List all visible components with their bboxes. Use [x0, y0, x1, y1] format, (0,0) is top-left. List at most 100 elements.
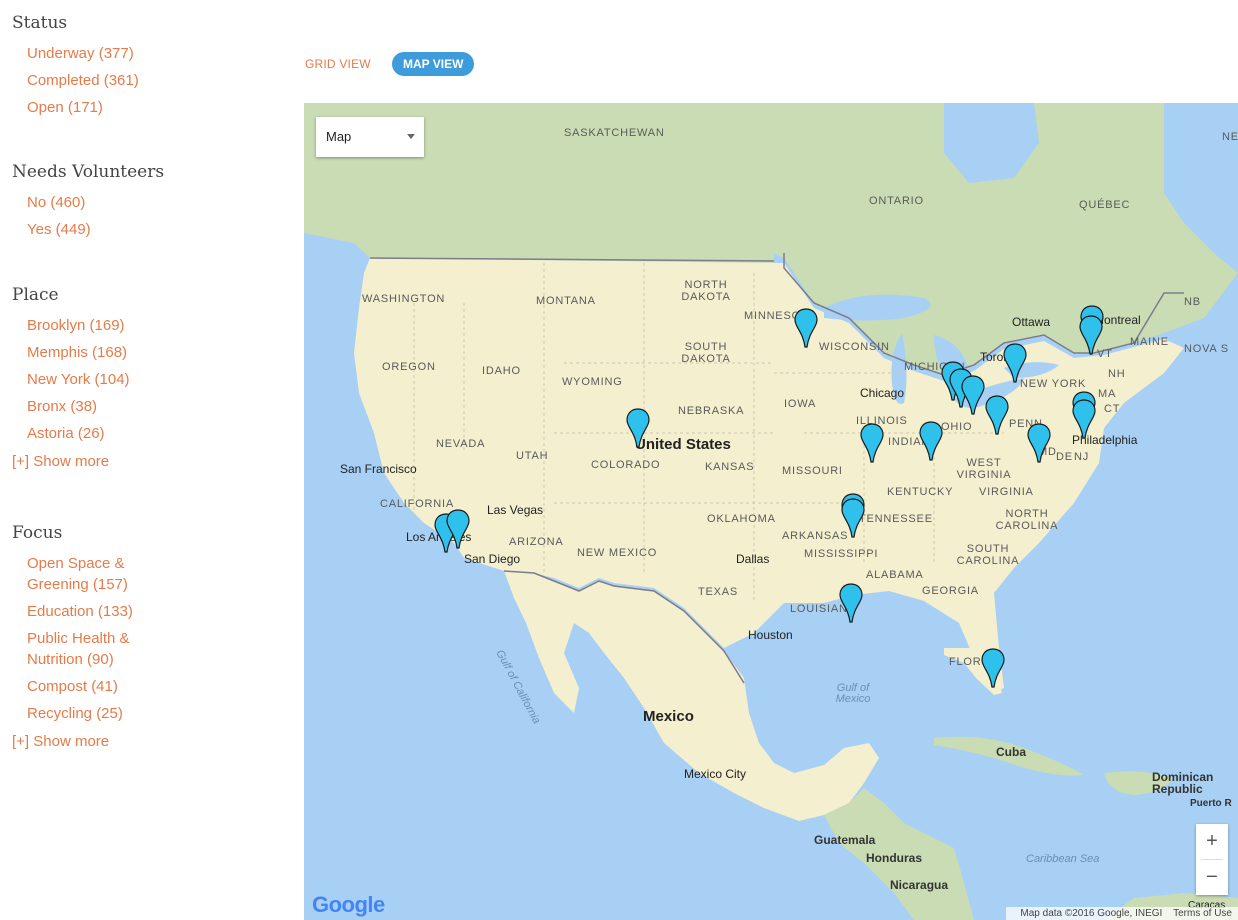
label-san-diego: San Diego — [464, 552, 521, 566]
map-pin[interactable] — [860, 423, 884, 463]
label-oklahoma: OKLAHOMA — [707, 513, 776, 525]
label-south-carolina: SOUTH CAROLINA — [956, 543, 1020, 567]
map-pin[interactable] — [841, 498, 865, 538]
label-ottawa: Ottawa — [1012, 315, 1051, 329]
label-caribbean-sea: Caribbean Sea — [1026, 853, 1100, 865]
map-pin-icon — [1079, 315, 1103, 355]
focus-filter-group: Focus Open Space & Greening (157) Educat… — [0, 522, 167, 750]
filter-public-health[interactable]: Public Health & Nutrition (90) — [0, 625, 167, 673]
zoom-in-button[interactable]: + — [1196, 824, 1228, 859]
focus-show-more-link[interactable]: [+] Show more — [12, 733, 167, 750]
label-mexico: Mexico — [643, 708, 694, 725]
label-puerto-rico: Puerto R — [1190, 798, 1232, 809]
map-pin-icon — [839, 583, 863, 623]
label-newfoundland: NEW AN — [1222, 131, 1238, 143]
label-wyoming: WYOMING — [562, 376, 623, 388]
filter-brooklyn[interactable]: Brooklyn (169) — [0, 312, 130, 339]
map-pin-icon — [985, 395, 1009, 435]
map-pin-icon — [961, 375, 985, 415]
map-pin[interactable] — [1027, 423, 1051, 463]
label-north-dakota: NORTH DAKOTA — [681, 279, 731, 303]
map-pin[interactable] — [446, 509, 470, 549]
label-west-virginia: WEST VIRGINIA — [956, 457, 1012, 481]
place-show-more-link[interactable]: [+] Show more — [12, 453, 130, 470]
filter-education[interactable]: Education (133) — [0, 598, 167, 625]
map-type-dropdown[interactable]: Map — [316, 117, 424, 157]
filter-compost[interactable]: Compost (41) — [0, 673, 167, 700]
status-heading: Status — [12, 13, 68, 33]
volunteers-filter-group: Needs Volunteers No (460) Yes (449) — [0, 161, 164, 243]
map-pin[interactable] — [626, 408, 650, 448]
label-las-vegas: Las Vegas — [487, 503, 544, 517]
filter-bronx[interactable]: Bronx (38) — [0, 393, 130, 420]
map-pin[interactable] — [1079, 315, 1103, 355]
label-idaho: IDAHO — [482, 365, 521, 377]
map-pin[interactable] — [839, 583, 863, 623]
label-nb: NB — [1184, 296, 1201, 308]
filter-volunteers-yes[interactable]: Yes (449) — [0, 216, 164, 243]
filter-completed[interactable]: Completed (361) — [0, 67, 139, 94]
label-san-francisco: San Francisco — [340, 462, 417, 476]
filter-sidebar: Status Underway (377) Completed (361) Op… — [0, 0, 290, 920]
map-pin[interactable] — [961, 375, 985, 415]
label-new-york-state: NEW YORK — [1020, 378, 1087, 390]
label-new-mexico: NEW MEXICO — [577, 547, 658, 559]
filter-open-space[interactable]: Open Space & Greening (157) — [0, 550, 167, 598]
grid-view-toggle[interactable]: GRID VIEW — [305, 57, 371, 71]
map-pin[interactable] — [1072, 399, 1096, 439]
label-de: DE — [1056, 451, 1073, 463]
label-kansas: KANSAS — [705, 461, 755, 473]
map-pin[interactable] — [919, 421, 943, 461]
label-georgia: GEORGIA — [922, 585, 979, 597]
label-mexico-city: Mexico City — [684, 767, 747, 781]
filter-new-york[interactable]: New York (104) — [0, 366, 130, 393]
terms-of-use-link[interactable]: Terms of Use — [1173, 908, 1232, 919]
label-wisconsin: WISCONSIN — [819, 341, 890, 353]
chevron-down-icon — [407, 134, 415, 139]
label-nh: NH — [1108, 368, 1126, 380]
label-nova-scotia: NOVA S — [1184, 343, 1229, 355]
filter-open[interactable]: Open (171) — [0, 94, 139, 121]
label-arkansas: ARKANSAS — [782, 530, 849, 542]
label-montana: MONTANA — [536, 295, 596, 307]
map-pin[interactable] — [985, 395, 1009, 435]
google-logo: Google — [312, 892, 385, 917]
focus-heading: Focus — [12, 523, 63, 543]
zoom-out-button[interactable]: − — [1196, 860, 1228, 895]
map-attribution: Map data ©2016 Google, INEGI Terms of Us… — [1006, 907, 1238, 920]
label-cuba: Cuba — [996, 745, 1026, 759]
zoom-controls: + − — [1196, 824, 1228, 895]
filter-memphis[interactable]: Memphis (168) — [0, 339, 130, 366]
label-dallas: Dallas — [736, 552, 770, 566]
map-pin-icon — [1027, 423, 1051, 463]
map-pin-icon — [981, 648, 1005, 688]
status-filter-group: Status Underway (377) Completed (361) Op… — [0, 12, 139, 121]
label-iowa: IOWA — [784, 398, 817, 410]
map-view-toggle[interactable]: MAP VIEW — [392, 52, 475, 76]
filter-recycling[interactable]: Recycling (25) — [0, 700, 167, 727]
filter-astoria[interactable]: Astoria (26) — [0, 420, 130, 447]
label-ct: CT — [1104, 403, 1121, 415]
label-missouri: MISSOURI — [782, 465, 843, 477]
label-washington: WASHINGTON — [362, 293, 446, 305]
label-gulf-of-mexico: Gulf of Mexico — [835, 682, 871, 705]
volunteers-heading: Needs Volunteers — [12, 162, 165, 182]
attribution-text: Map data ©2016 Google, INEGI — [1020, 908, 1163, 919]
map-base-layer — [304, 103, 1238, 920]
filter-underway[interactable]: Underway (377) — [0, 40, 139, 67]
map-pin[interactable] — [981, 648, 1005, 688]
label-nevada: NEVADA — [436, 438, 486, 450]
label-nj: NJ — [1074, 451, 1090, 463]
filter-volunteers-no[interactable]: No (460) — [0, 189, 164, 216]
label-houston: Houston — [748, 628, 793, 642]
project-map[interactable]: SASKATCHEWAN ONTARIO QUÉBEC NB NOVA S NE… — [304, 103, 1238, 920]
label-kentucky: KENTUCKY — [887, 486, 954, 498]
map-pin[interactable] — [1003, 343, 1027, 383]
label-colorado: COLORADO — [591, 459, 661, 471]
label-dominican-republic: Dominican Republic — [1152, 770, 1214, 796]
map-pin[interactable] — [794, 308, 818, 348]
label-virginia: VIRGINIA — [979, 486, 1034, 498]
label-maine: MAINE — [1130, 336, 1169, 348]
label-honduras: Honduras — [866, 851, 923, 865]
label-ma: MA — [1098, 388, 1117, 400]
